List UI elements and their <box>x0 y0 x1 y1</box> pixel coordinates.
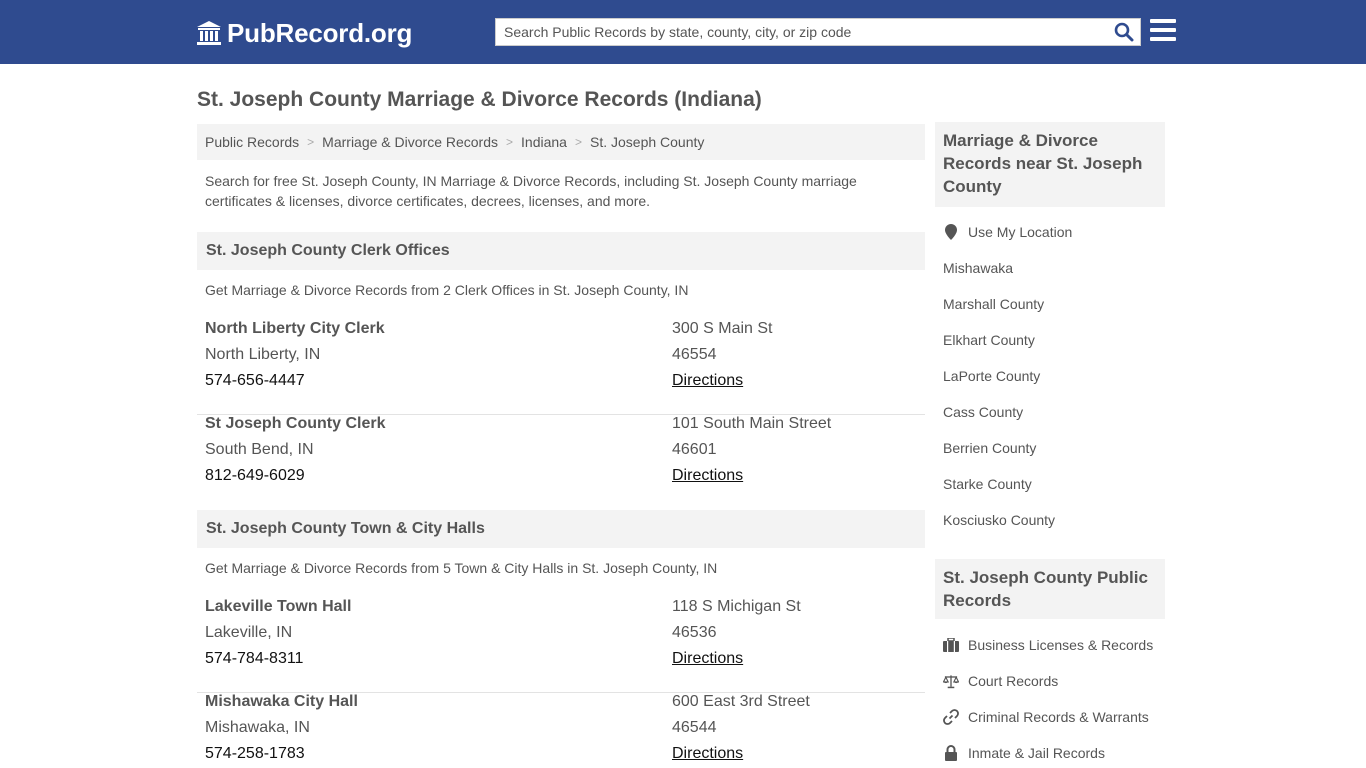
breadcrumb: Public Records > Marriage & Divorce Reco… <box>197 124 925 160</box>
office-phone[interactable]: 574-258-1783 <box>205 745 305 763</box>
office-listing: St Joseph County Clerk South Bend, IN 81… <box>197 415 925 510</box>
office-street: 101 South Main Street <box>672 415 832 432</box>
courthouse-icon <box>197 21 221 45</box>
sidebar-link-business-licenses[interactable]: Business Licenses & Records <box>943 637 1153 653</box>
sidebar-link-cass-county[interactable]: Cass County <box>943 404 1023 420</box>
link-icon <box>943 709 959 725</box>
map-marker-icon <box>943 224 959 240</box>
office-street: 118 S Michigan St <box>672 598 801 615</box>
office-city: South Bend, IN <box>205 441 314 458</box>
sidebar-link-inmate-jail-records[interactable]: Inmate & Jail Records <box>943 745 1105 761</box>
sidebar-link-laporte-county[interactable]: LaPorte County <box>943 368 1040 384</box>
briefcase-icon <box>943 637 959 653</box>
sidebar-link-berrien-county[interactable]: Berrien County <box>943 440 1036 456</box>
section-subtitle-clerk-offices: Get Marriage & Divorce Records from 2 Cl… <box>205 282 689 298</box>
sidebar-link-label: Criminal Records & Warrants <box>968 709 1149 725</box>
lock-icon <box>943 745 959 761</box>
office-zip: 46544 <box>672 719 717 736</box>
sidebar-link-starke-county[interactable]: Starke County <box>943 476 1032 492</box>
office-zip: 46536 <box>672 624 717 641</box>
search-button[interactable] <box>1112 21 1136 43</box>
sidebar-link-criminal-records[interactable]: Criminal Records & Warrants <box>943 709 1149 725</box>
directions-link[interactable]: Directions <box>672 467 743 485</box>
sidebar-heading-nearby: Marriage & Divorce Records near St. Jose… <box>935 122 1165 207</box>
sidebar-link-label: Court Records <box>968 673 1059 689</box>
office-listing: North Liberty City Clerk North Liberty, … <box>197 320 925 415</box>
sidebar-link-use-my-location[interactable]: Use My Location <box>943 224 1072 240</box>
office-listing: Lakeville Town Hall Lakeville, IN 574-78… <box>197 598 925 693</box>
office-name: North Liberty City Clerk <box>205 320 385 337</box>
office-city: Mishawaka, IN <box>205 719 310 736</box>
section-heading-town-city-halls: St. Joseph County Town & City Halls <box>197 510 925 548</box>
breadcrumb-st-joseph-county[interactable]: St. Joseph County <box>590 134 704 150</box>
sidebar-link-mishawaka[interactable]: Mishawaka <box>943 260 1013 276</box>
scales-icon <box>943 673 959 689</box>
sidebar-link-court-records[interactable]: Court Records <box>943 673 1058 689</box>
sidebar-link-label: Business Licenses & Records <box>968 637 1154 653</box>
intro-text: Search for free St. Joseph County, IN Ma… <box>205 173 857 209</box>
site-logo[interactable]: PubRecord.org <box>195 16 412 50</box>
search-icon <box>1114 22 1134 42</box>
breadcrumb-public-records[interactable]: Public Records <box>205 134 299 150</box>
breadcrumb-separator: > <box>506 135 514 149</box>
office-zip: 46554 <box>672 346 717 363</box>
sidebar-link-kosciusko-county[interactable]: Kosciusko County <box>943 512 1055 528</box>
office-city: North Liberty, IN <box>205 346 321 363</box>
breadcrumb-separator: > <box>574 135 582 149</box>
hamburger-menu-icon[interactable] <box>1150 19 1176 43</box>
breadcrumb-marriage-divorce[interactable]: Marriage & Divorce Records <box>322 134 498 150</box>
breadcrumb-indiana[interactable]: Indiana <box>521 134 567 150</box>
office-street: 300 S Main St <box>672 320 773 337</box>
breadcrumb-separator: > <box>307 135 315 149</box>
office-name: Mishawaka City Hall <box>205 693 358 710</box>
page-title: St. Joseph County Marriage & Divorce Rec… <box>197 88 762 111</box>
directions-link[interactable]: Directions <box>672 372 743 390</box>
office-phone[interactable]: 574-784-8311 <box>205 650 303 668</box>
sidebar-link-label: Inmate & Jail Records <box>968 745 1105 761</box>
office-phone[interactable]: 574-656-4447 <box>205 372 305 390</box>
office-street: 600 East 3rd Street <box>672 693 810 710</box>
office-listing: Mishawaka City Hall Mishawaka, IN 574-25… <box>197 693 925 768</box>
sidebar-link-marshall-county[interactable]: Marshall County <box>943 296 1044 312</box>
section-subtitle-town-city-halls: Get Marriage & Divorce Records from 5 To… <box>205 560 718 576</box>
directions-link[interactable]: Directions <box>672 745 743 763</box>
office-name: Lakeville Town Hall <box>205 598 352 615</box>
section-heading-clerk-offices: St. Joseph County Clerk Offices <box>197 232 925 270</box>
sidebar-heading-public-records: St. Joseph County Public Records <box>935 559 1165 619</box>
sidebar-link-elkhart-county[interactable]: Elkhart County <box>943 332 1035 348</box>
search-input[interactable] <box>496 19 1106 45</box>
logo-text: PubRecord.org <box>227 17 413 48</box>
top-navbar: PubRecord.org <box>0 0 1366 64</box>
directions-link[interactable]: Directions <box>672 650 743 668</box>
office-phone[interactable]: 812-649-6029 <box>205 467 305 485</box>
sidebar-link-label: Use My Location <box>968 224 1073 240</box>
office-city: Lakeville, IN <box>205 624 293 641</box>
office-zip: 46601 <box>672 441 717 458</box>
search-bar <box>495 18 1141 46</box>
office-name: St Joseph County Clerk <box>205 415 386 432</box>
